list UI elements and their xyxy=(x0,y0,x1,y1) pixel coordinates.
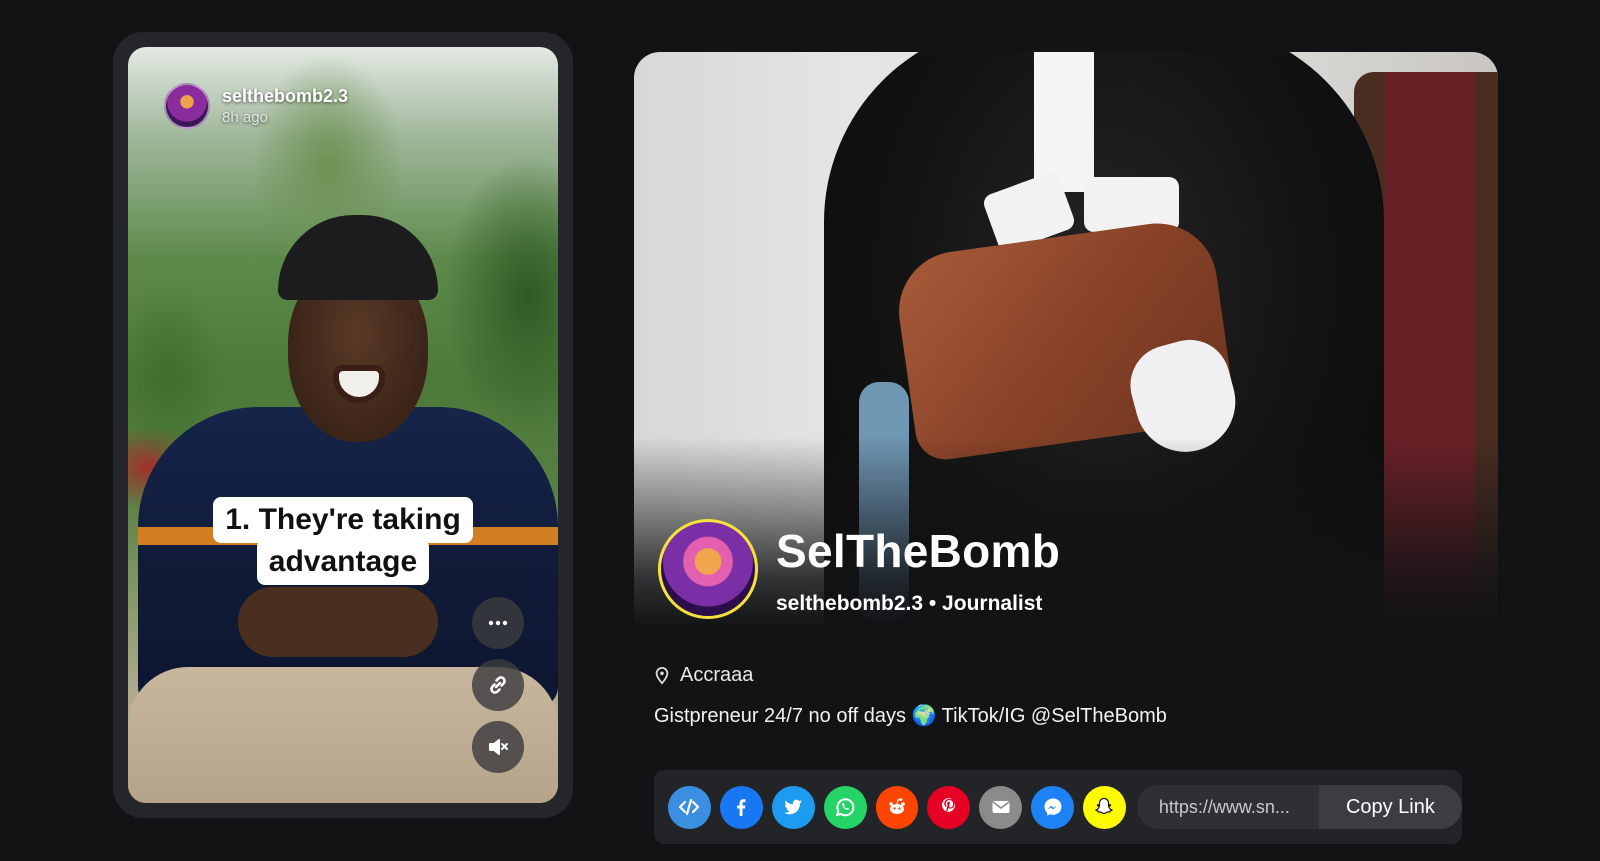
reddit-button[interactable] xyxy=(875,785,919,829)
story-video[interactable]: selthebomb2.3 8h ago 1. They're taking a… xyxy=(128,47,558,803)
story-timestamp: 8h ago xyxy=(222,109,268,126)
facebook-icon xyxy=(737,799,746,816)
more-icon xyxy=(488,620,508,626)
pinterest-button[interactable] xyxy=(927,785,971,829)
embed-icon xyxy=(679,798,700,816)
messenger-button[interactable] xyxy=(1031,785,1074,829)
profile-display-name: SelTheBomb xyxy=(776,525,1061,577)
email-icon xyxy=(992,801,1010,813)
more-button[interactable] xyxy=(472,597,524,649)
facebook-button[interactable] xyxy=(719,785,763,829)
share-link-input[interactable] xyxy=(1136,785,1319,829)
mute-button[interactable] xyxy=(472,721,524,773)
story-caption: 1. They're taking advantage xyxy=(128,497,558,585)
story-username[interactable]: selthebomb2.3 xyxy=(222,86,348,107)
story-card: selthebomb2.3 8h ago 1. They're taking a… xyxy=(113,32,573,818)
messenger-icon xyxy=(1044,798,1062,816)
story-person-hands xyxy=(238,587,438,657)
story-header: selthebomb2.3 8h ago xyxy=(164,83,348,129)
cover-collar xyxy=(1034,52,1094,192)
caption-line-2: advantage xyxy=(256,539,430,585)
reddit-icon xyxy=(889,798,905,814)
profile-location: Accraaa xyxy=(654,664,753,687)
pinterest-icon xyxy=(941,798,955,812)
location-text: Accraaa xyxy=(680,664,754,686)
profile-avatar[interactable] xyxy=(658,519,758,619)
profile-bio: Gistpreneur 24/7 no off days 🌍 TikTok/IG… xyxy=(654,705,1167,727)
caption-line-1: 1. They're taking xyxy=(213,497,473,543)
profile-subtitle: selthebomb2.3 • Journalist xyxy=(776,592,1043,615)
share-bar: Copy Link xyxy=(654,770,1462,844)
whatsapp-icon xyxy=(836,798,855,817)
link-icon xyxy=(490,676,506,694)
twitter-button[interactable] xyxy=(771,785,815,829)
cover-fade xyxy=(634,437,1498,627)
link-button[interactable] xyxy=(472,659,524,711)
email-button[interactable] xyxy=(979,785,1023,829)
snapchat-button[interactable] xyxy=(1083,785,1126,829)
copy-link-button[interactable]: Copy Link xyxy=(1318,785,1462,829)
link-copy-group: Copy Link xyxy=(1136,785,1462,829)
location-pin-icon xyxy=(655,666,669,685)
whatsapp-button[interactable] xyxy=(823,785,867,829)
snapchat-icon xyxy=(1095,797,1114,815)
embed-button[interactable] xyxy=(668,785,711,829)
cover-image xyxy=(634,52,1498,627)
story-avatar[interactable] xyxy=(164,83,210,129)
mute-icon xyxy=(489,739,508,755)
profile-card: SelTheBomb selthebomb2.3 • Journalist Ac… xyxy=(634,52,1498,846)
twitter-icon xyxy=(784,799,803,815)
